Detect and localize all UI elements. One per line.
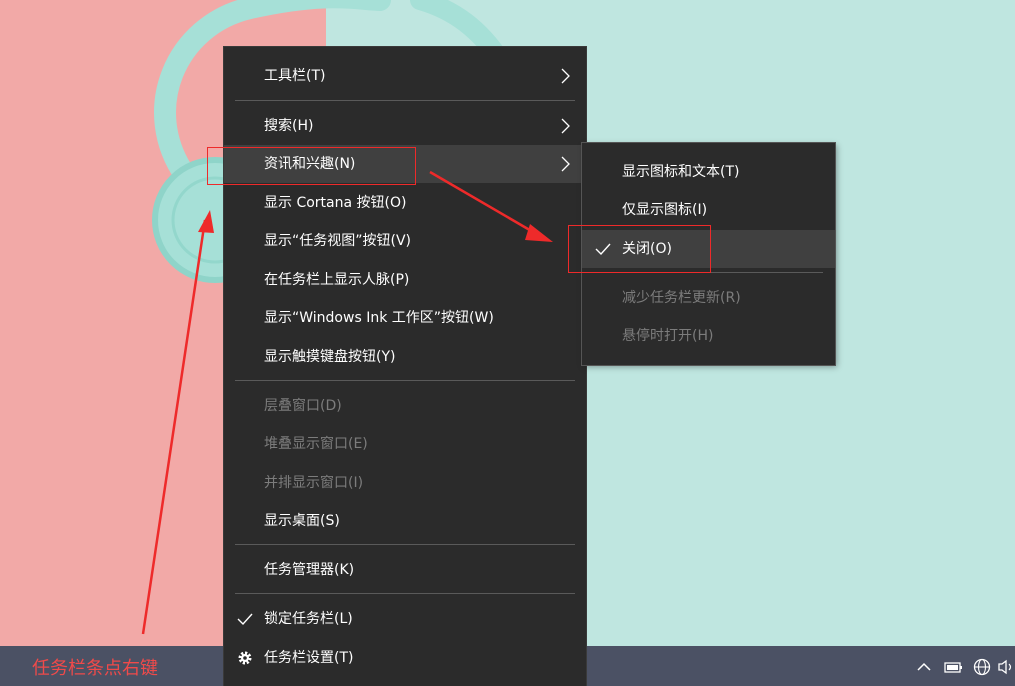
menu-item-taskbar-settings[interactable]: 任务栏设置(T): [224, 639, 586, 677]
menu-item-show-desktop[interactable]: 显示桌面(S): [224, 502, 586, 540]
annotation-highlight-box: [568, 225, 711, 273]
chevron-right-icon: [561, 118, 570, 134]
menu-item-cascade-windows: 层叠窗口(D): [224, 387, 586, 425]
taskbar-context-menu: 工具栏(T) 搜索(H) 资讯和兴趣(N) 显示 Cortana 按钮(O) 显…: [224, 47, 586, 686]
menu-item-label: 显示桌面(S): [264, 513, 340, 529]
speaker-icon[interactable]: [996, 656, 1015, 678]
menu-item-show-touch-keyboard[interactable]: 显示触摸键盘按钮(Y): [224, 338, 586, 376]
submenu-item-label: 仅显示图标(I): [622, 202, 708, 218]
menu-item-label: 锁定任务栏(L): [264, 611, 353, 627]
menu-item-label: 显示触摸键盘按钮(Y): [264, 349, 396, 365]
menu-item-label: 堆叠显示窗口(E): [264, 436, 368, 452]
submenu-item-show-icon-and-text[interactable]: 显示图标和文本(T): [582, 153, 835, 191]
menu-item-show-task-view-button[interactable]: 显示“任务视图”按钮(V): [224, 222, 586, 260]
submenu-item-open-on-hover: 悬停时打开(H): [582, 317, 835, 355]
submenu-item-label: 悬停时打开(H): [622, 328, 714, 344]
globe-icon[interactable]: [971, 656, 993, 678]
menu-separator: [235, 593, 575, 594]
menu-item-label: 任务管理器(K): [264, 562, 355, 578]
annotation-highlight-box: [207, 147, 416, 185]
submenu-item-reduce-updates: 减少任务栏更新(R): [582, 279, 835, 317]
annotation-label: 任务栏条点右键: [32, 658, 158, 679]
menu-item-search[interactable]: 搜索(H): [224, 107, 586, 145]
chevron-up-icon[interactable]: [913, 656, 935, 678]
submenu-item-label: 减少任务栏更新(R): [622, 290, 741, 306]
menu-item-label: 在任务栏上显示人脉(P): [264, 272, 410, 288]
menu-item-show-cortana-button[interactable]: 显示 Cortana 按钮(O): [224, 184, 586, 222]
menu-item-label: 并排显示窗口(I): [264, 475, 364, 491]
gear-icon: [238, 651, 252, 665]
menu-item-label: 显示“Windows Ink 工作区”按钮(W): [264, 310, 494, 326]
menu-item-label: 显示 Cortana 按钮(O): [264, 195, 407, 211]
checkmark-icon: [237, 613, 253, 626]
menu-item-task-manager[interactable]: 任务管理器(K): [224, 551, 586, 589]
menu-item-label: 搜索(H): [264, 118, 314, 134]
menu-item-label: 层叠窗口(D): [264, 398, 342, 414]
menu-item-lock-taskbar[interactable]: 锁定任务栏(L): [224, 600, 586, 638]
menu-separator: [235, 100, 575, 101]
chevron-right-icon: [561, 156, 570, 172]
menu-item-toolbars[interactable]: 工具栏(T): [224, 57, 586, 95]
submenu-item-label: 显示图标和文本(T): [622, 164, 740, 180]
menu-separator: [235, 380, 575, 381]
menu-item-label: 工具栏(T): [264, 68, 326, 84]
chevron-right-icon: [561, 68, 570, 84]
battery-icon[interactable]: [943, 656, 965, 678]
menu-separator: [235, 544, 575, 545]
menu-item-label: 显示“任务视图”按钮(V): [264, 233, 412, 249]
menu-item-side-by-side: 并排显示窗口(I): [224, 464, 586, 502]
menu-item-label: 任务栏设置(T): [264, 650, 354, 666]
menu-item-stack-windows: 堆叠显示窗口(E): [224, 425, 586, 463]
menu-item-show-windows-ink[interactable]: 显示“Windows Ink 工作区”按钮(W): [224, 299, 586, 337]
menu-item-show-people[interactable]: 在任务栏上显示人脉(P): [224, 261, 586, 299]
submenu-item-show-icon-only[interactable]: 仅显示图标(I): [582, 191, 835, 229]
